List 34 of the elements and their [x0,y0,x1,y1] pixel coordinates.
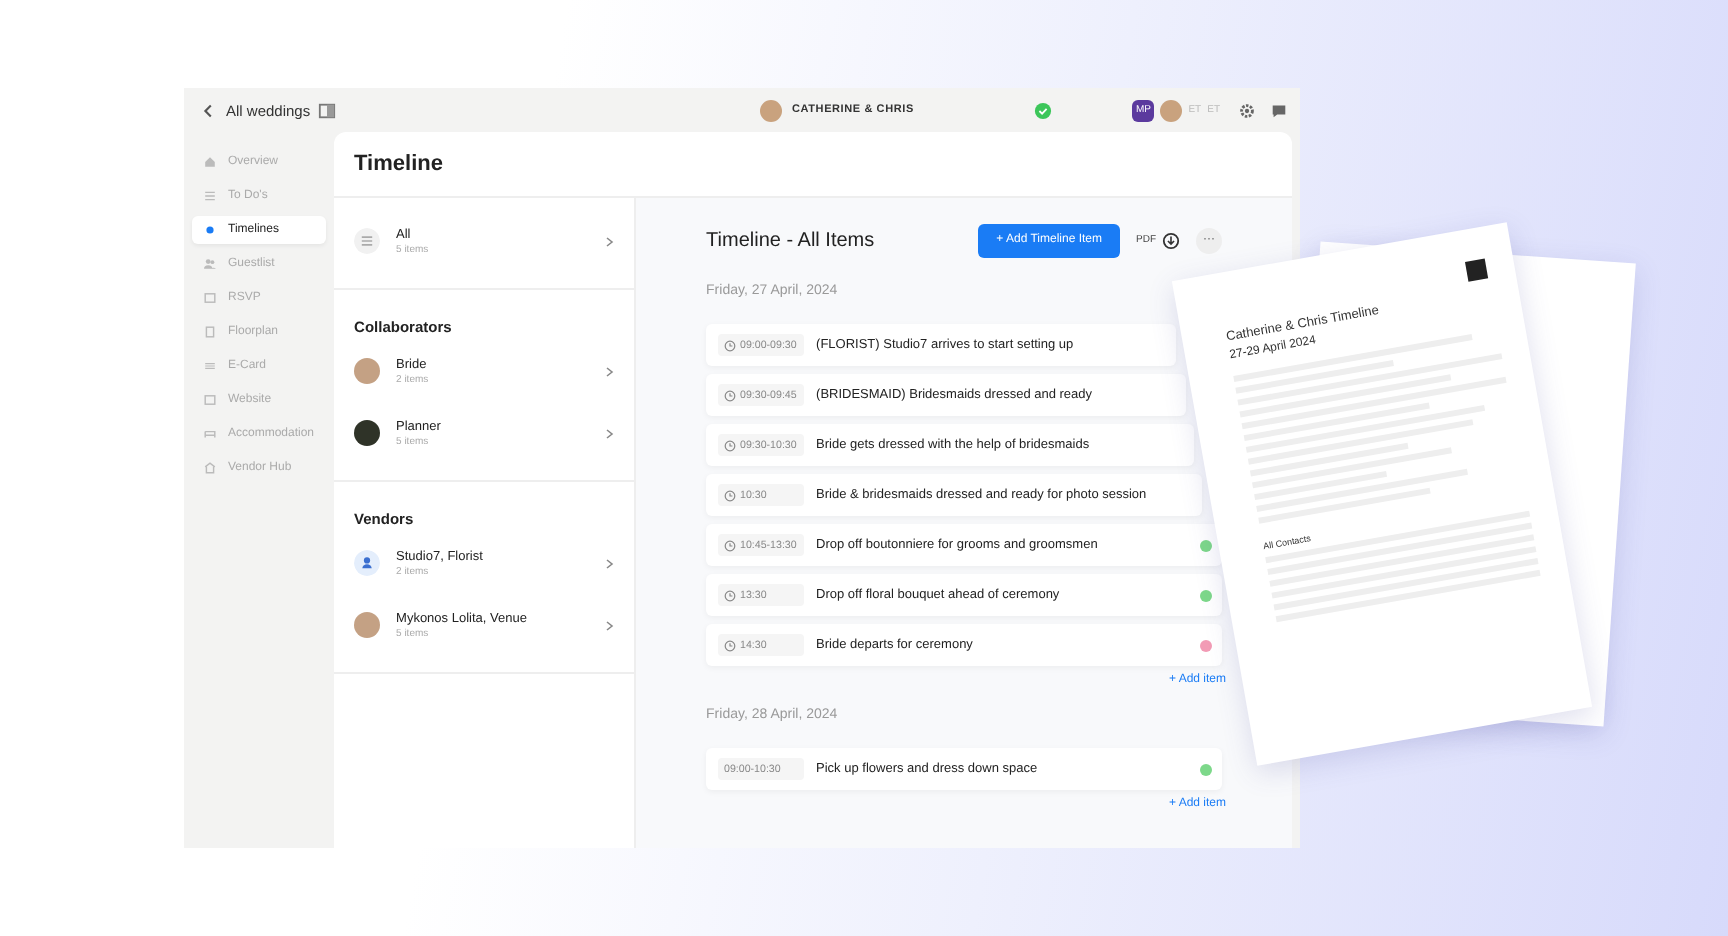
card-icon [204,394,216,406]
people-icon [204,258,216,270]
chevron-right-icon [604,235,615,247]
avatar [760,99,782,121]
doc-icon [204,326,216,338]
sidebar-toggle-icon[interactable] [318,101,337,119]
dot-icon [204,224,216,236]
card-icon [204,292,216,304]
avatar [354,612,381,638]
clock-icon [724,639,737,651]
check-circle-icon [1033,101,1052,119]
clock-icon [724,339,737,351]
clock-icon [724,389,737,401]
timeline-title: Timeline - All Items [706,229,877,251]
settings-icon[interactable] [1238,101,1256,119]
clock-icon [724,589,737,601]
chevron-right-icon [604,365,615,377]
avatar [354,358,381,384]
person-icon [354,550,381,576]
lines-icon [204,360,216,372]
chevron-right-icon [604,427,615,439]
clock-icon [724,439,737,451]
chat-icon[interactable] [1270,101,1288,119]
avatar [1160,99,1183,121]
clock-icon [724,539,737,551]
bed-icon [204,428,216,440]
download-icon [1162,231,1181,249]
list-icon [354,228,381,254]
list-icon [204,190,216,202]
clock-icon [724,489,737,501]
home-icon [204,156,216,168]
avatar [354,420,381,446]
chevron-right-icon [604,557,615,569]
chevron-right-icon [604,619,615,631]
